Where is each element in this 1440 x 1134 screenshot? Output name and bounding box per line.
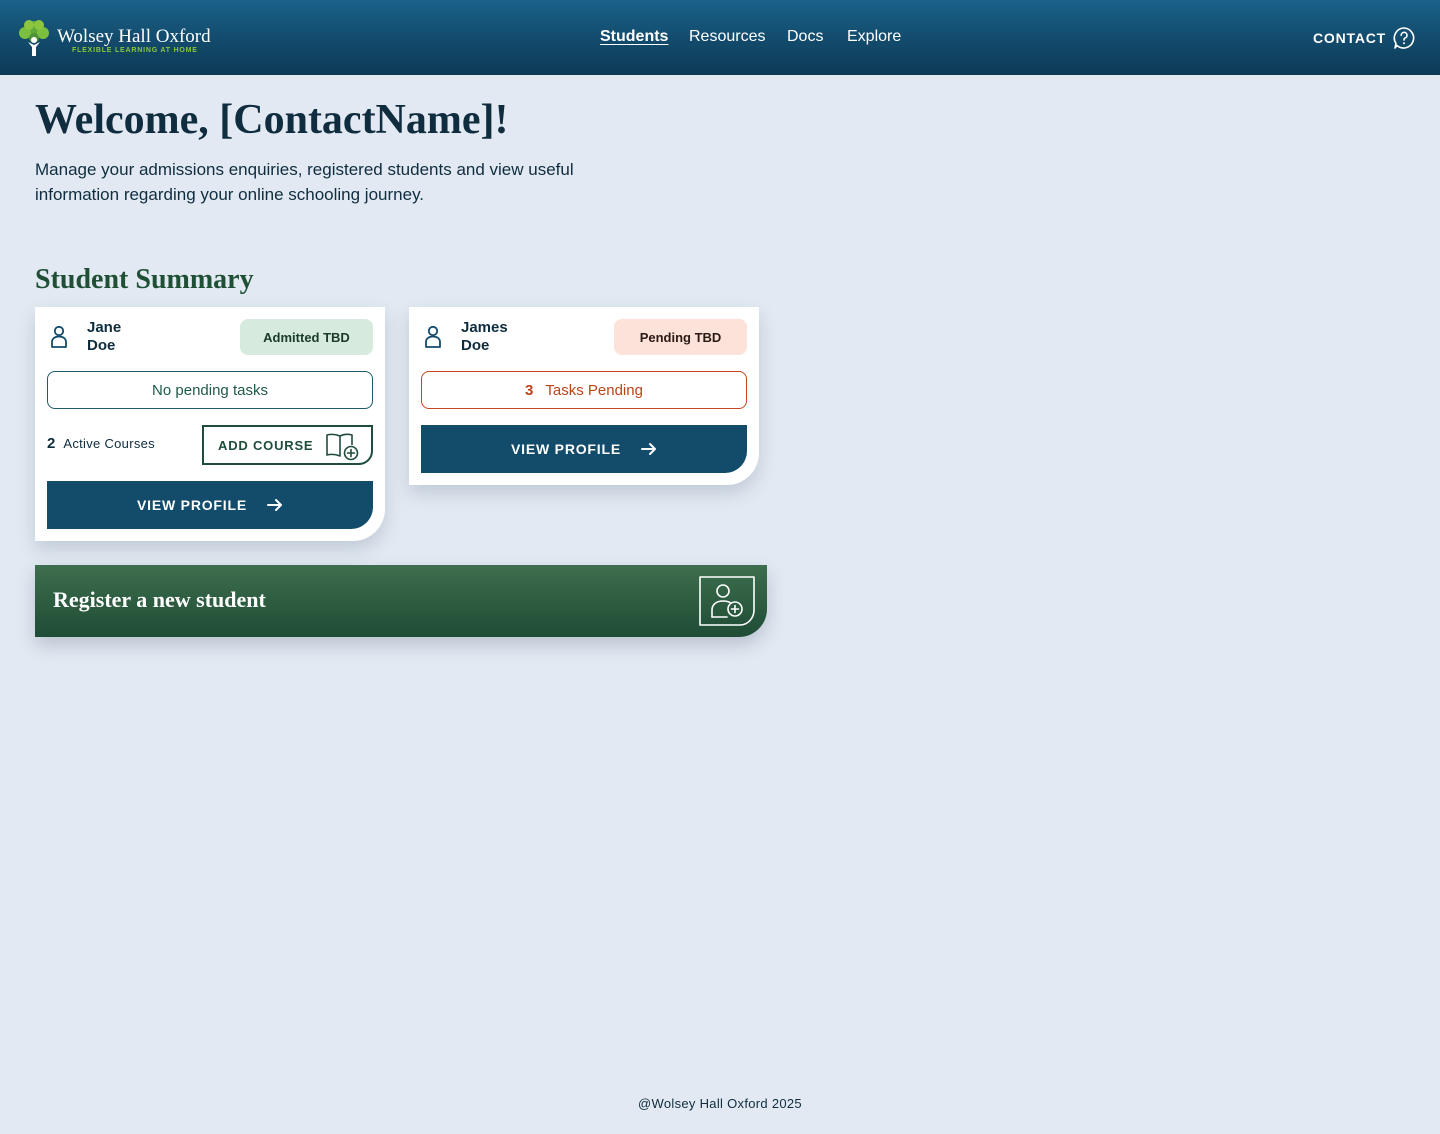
student-card-jane-doe: Jane Doe Admitted TBD No pending tasks 2… (35, 307, 385, 541)
person-icon (51, 325, 67, 348)
view-profile-label: VIEW PROFILE (511, 441, 621, 457)
page-subtitle: Manage your admissions enquiries, regist… (35, 160, 574, 204)
student-first-name: Jane (87, 319, 122, 336)
register-new-student-button[interactable]: Register a new student (35, 565, 767, 637)
nav-docs[interactable]: Docs (787, 28, 823, 48)
view-profile-button[interactable]: VIEW PROFILE (47, 481, 373, 529)
help-icon (1393, 27, 1415, 49)
tasks-pending[interactable]: 3 Tasks Pending (421, 371, 747, 409)
wolsey-hall-logo[interactable]: Wolsey Hall Oxford FLEXIBLE LEARNING AT … (15, 18, 215, 58)
view-profile-label: VIEW PROFILE (137, 497, 247, 513)
active-courses-label: Active Courses (63, 436, 155, 451)
footer-copyright: @Wolsey Hall Oxford 2025 (638, 1096, 802, 1111)
add-course-button[interactable]: ADD COURSE (202, 425, 373, 465)
view-profile-button[interactable]: VIEW PROFILE (421, 425, 747, 473)
top-navigation-bar: Wolsey Hall Oxford FLEXIBLE LEARNING AT … (0, 0, 1440, 75)
book-add-icon (326, 433, 359, 461)
student-summary-heading: Student Summary (35, 264, 254, 295)
logo-tagline: FLEXIBLE LEARNING AT HOME (72, 47, 198, 54)
register-label: Register a new student (53, 587, 266, 612)
tree-logo-icon (19, 20, 49, 56)
contact-button[interactable]: CONTACT (1313, 26, 1416, 50)
student-card-james-doe: James Doe Pending TBD 3 Tasks Pending VI… (409, 307, 759, 485)
arrow-right-icon (266, 499, 282, 511)
student-first-name: James (461, 319, 508, 336)
nav-students[interactable]: Students (600, 28, 668, 48)
add-course-label: ADD COURSE (218, 437, 314, 453)
status-badge: Pending TBD (614, 319, 747, 355)
student-name: Jane Doe (87, 319, 167, 355)
arrow-right-icon (640, 443, 656, 455)
nav-resources[interactable]: Resources (689, 28, 765, 48)
student-last-name: Doe (87, 337, 116, 354)
tasks-status: No pending tasks (47, 371, 373, 409)
add-user-icon (699, 576, 755, 626)
page-title: Welcome, [ContactName]! (35, 97, 509, 143)
person-icon (425, 325, 441, 348)
student-name: James Doe (461, 319, 541, 355)
contact-label: CONTACT (1313, 30, 1386, 46)
tasks-pending-label: Tasks Pending (545, 381, 643, 399)
student-last-name: Doe (461, 337, 490, 354)
nav-explore[interactable]: Explore (847, 28, 901, 48)
logo-name: Wolsey Hall Oxford (57, 26, 211, 47)
tasks-pending-count: 3 (525, 381, 534, 399)
tasks-text: No pending tasks (152, 381, 268, 399)
active-courses-count: 2 (47, 435, 56, 452)
status-badge: Admitted TBD (240, 319, 373, 355)
active-courses: 2 Active Courses (47, 435, 155, 452)
